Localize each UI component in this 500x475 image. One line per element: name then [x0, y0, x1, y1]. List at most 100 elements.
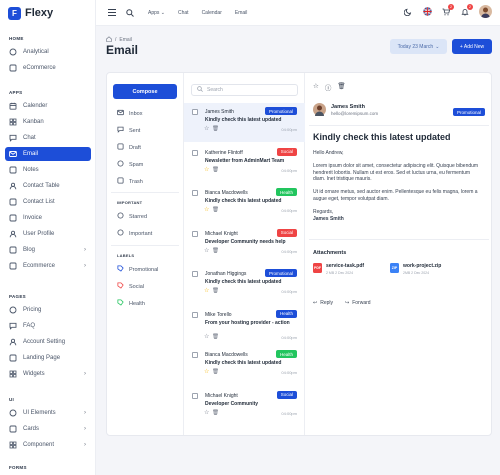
email-time: 04:00pm — [281, 289, 297, 294]
email-checkbox[interactable] — [192, 352, 198, 358]
trash-icon[interactable]: 🗑 — [337, 82, 345, 92]
topbar-apps-link[interactable]: Apps ⌄ — [148, 10, 165, 16]
sidebar-item-contact-table[interactable]: Contact Table — [5, 179, 91, 194]
email-list-item[interactable]: Jonathan Higgings Promotional Kindly che… — [184, 265, 305, 304]
trash-icon[interactable]: 🗑 — [212, 410, 219, 416]
sidebar-item-label: Pricing — [23, 306, 42, 313]
sidebar-item-component[interactable]: Component › — [5, 438, 91, 453]
label-social[interactable]: Social — [117, 282, 144, 291]
forward-button[interactable]: ↪ Forward — [345, 300, 371, 306]
email-list-item[interactable]: Bianca Macdowells Health Kindly check th… — [184, 346, 305, 385]
trash-icon[interactable]: 🗑 — [212, 248, 219, 254]
sidebar-item-label: FAQ — [23, 322, 36, 329]
email-sender: James Smith — [205, 109, 234, 115]
trash-icon[interactable]: 🗑 — [212, 126, 219, 132]
folder-inbox[interactable]: Inbox — [117, 109, 142, 118]
email-label-badge: Social — [276, 228, 297, 237]
bell-icon[interactable]: 2 — [460, 3, 473, 17]
folder-draft[interactable]: Draft — [117, 143, 141, 152]
cart-icon[interactable]: 2 — [441, 3, 454, 17]
add-new-button[interactable]: + Add New — [452, 39, 492, 54]
sidebar-item-ecommerce[interactable]: Ecommerce › — [5, 259, 91, 274]
folder-trash[interactable]: Trash — [117, 177, 143, 186]
topbar-chat-link[interactable]: Chat — [178, 10, 189, 16]
brand[interactable]: F Flexy — [0, 0, 95, 26]
star-icon[interactable]: ☆ — [313, 82, 319, 92]
star-icon[interactable]: ☆ — [204, 166, 209, 173]
calendar-icon — [9, 102, 17, 110]
email-checkbox[interactable] — [192, 271, 198, 277]
email-paragraph-1: Lorem ipsum dolor sit amet, consectetur … — [313, 162, 479, 183]
sidebar-item-analytical[interactable]: Analytical — [5, 45, 91, 60]
sidebar-item-faq[interactable]: FAQ — [5, 319, 91, 334]
sidebar-item-ui-elements[interactable]: UI Elements › — [5, 406, 91, 421]
reply-button[interactable]: ↩ Reply — [313, 300, 333, 306]
trash-icon[interactable]: 🗑 — [212, 167, 219, 173]
user-avatar[interactable] — [479, 5, 492, 18]
email-list-item[interactable]: Mike Torello Health From your hosting pr… — [184, 306, 305, 345]
sidebar-item-user-profile[interactable]: User Profile — [5, 227, 91, 242]
compose-button[interactable]: Compose — [113, 84, 177, 99]
email-label-badge: Promotional — [264, 269, 297, 277]
flag-icon[interactable] — [422, 7, 432, 17]
sidebar-item-cards[interactable]: Cards › — [5, 422, 91, 437]
trash-icon[interactable]: 🗑 — [212, 334, 219, 340]
sidebar-item-blog[interactable]: Blog › — [5, 243, 91, 258]
email-checkbox[interactable] — [192, 190, 198, 196]
folder-starred[interactable]: Starred — [117, 212, 147, 221]
email-checkbox[interactable] — [192, 109, 198, 115]
star-icon[interactable]: ☆ — [204, 125, 209, 132]
email-checkbox[interactable] — [192, 311, 198, 318]
trash-icon[interactable]: 🗑 — [212, 369, 219, 375]
sidebar-item-invoice[interactable]: Invoice — [5, 211, 91, 226]
folder-sent[interactable]: Sent — [117, 126, 140, 135]
sidebar-item-calender[interactable]: Calender — [5, 99, 91, 114]
sidebar-item-ecommerce[interactable]: eCommerce — [5, 61, 91, 76]
labels-section-title: LABELS — [117, 253, 135, 258]
sidebar-item-widgets[interactable]: Widgets › — [5, 367, 91, 382]
sidebar-item-label: UI Elements — [23, 409, 56, 416]
email-list-item[interactable]: Michael Knight Social Developer Communit… — [184, 225, 305, 264]
email-checkbox[interactable] — [192, 392, 198, 399]
email-checkbox[interactable] — [192, 230, 198, 237]
sidebar-item-notes[interactable]: Notes — [5, 163, 91, 178]
star-icon[interactable]: ☆ — [204, 368, 209, 375]
email-checkbox[interactable] — [192, 149, 198, 156]
sidebar-item-landing-page[interactable]: Landing Page — [5, 351, 91, 366]
star-icon[interactable]: ☆ — [204, 333, 209, 340]
info-icon[interactable]: ⓘ — [325, 82, 332, 92]
attachment-pdf[interactable]: PDF service-task.pdf 2 MB 2 Dec 2024 — [313, 263, 364, 275]
label-promotional[interactable]: Promotional — [117, 265, 158, 274]
attachment-zip[interactable]: ZIP work-project.zip 2MB 2 Dec 2024 — [390, 263, 441, 275]
label-health[interactable]: Health — [117, 299, 145, 308]
search-input[interactable]: Search — [191, 84, 298, 96]
email-list-item[interactable]: Bianca Macdowells Health Kindly check th… — [184, 184, 305, 223]
star-icon[interactable]: ☆ — [204, 409, 209, 416]
star-icon[interactable]: ☆ — [204, 206, 209, 213]
folder-important[interactable]: Important — [117, 229, 152, 238]
email-list-item[interactable]: Katherine Flintoff Social Newsletter fro… — [184, 144, 305, 183]
email-sender: Katherine Flintoff — [205, 149, 243, 156]
trash-icon[interactable]: 🗑 — [212, 207, 219, 213]
trash-icon[interactable]: 🗑 — [212, 288, 219, 294]
topbar-email-link[interactable]: Email — [235, 10, 248, 16]
star-icon[interactable]: ☆ — [204, 247, 209, 254]
sidebar-section-title: FORMS — [9, 464, 27, 470]
sidebar-item-chat[interactable]: Chat — [5, 131, 91, 146]
folder-spam[interactable]: Spam — [117, 160, 143, 169]
search-icon[interactable] — [125, 8, 135, 18]
sidebar-item-account-setting[interactable]: Account Setting — [5, 335, 91, 350]
menu-icon[interactable] — [107, 8, 117, 18]
email-subject: Developer Community — [205, 400, 259, 407]
topbar-calendar-link[interactable]: Calendar — [202, 10, 222, 16]
sidebar-item-contact-list[interactable]: Contact List — [5, 195, 91, 210]
sidebar-item-pricing[interactable]: Pricing — [5, 303, 91, 318]
email-list-item[interactable]: James Smith Promotional Kindly check thi… — [184, 103, 305, 142]
sidebar-item-kanban[interactable]: Kanban — [5, 115, 91, 130]
email-list-item[interactable]: Michael Knight Social Developer Communit… — [184, 387, 305, 426]
date-picker-button[interactable]: Today 23 March ⌄ — [390, 39, 447, 54]
inbox-icon — [117, 109, 124, 118]
star-icon[interactable]: ☆ — [204, 287, 209, 294]
moon-icon[interactable] — [403, 7, 413, 17]
sidebar-item-email[interactable]: Email — [5, 146, 91, 161]
